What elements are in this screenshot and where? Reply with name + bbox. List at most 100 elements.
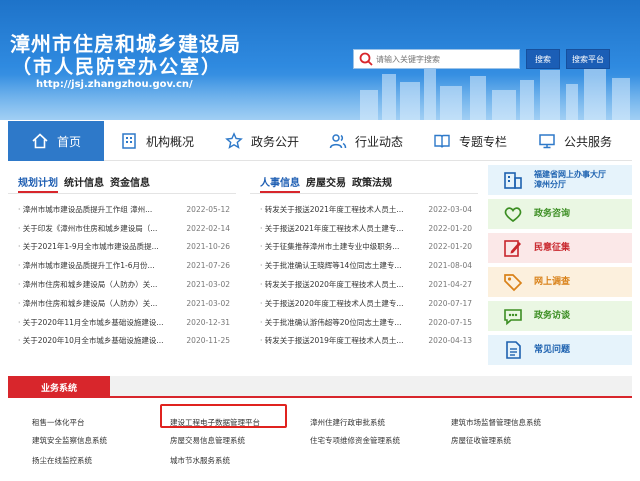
- tab-statistics[interactable]: 统计信息: [64, 174, 104, 193]
- list-item[interactable]: 关于印发《漳州市住房和城乡建设局（... 2022-02-14: [18, 219, 236, 238]
- news-date: 2020-04-13: [428, 336, 472, 346]
- news-title[interactable]: 转发关于报送2020年度工程技术人员土...: [260, 279, 420, 290]
- search-input[interactable]: [376, 54, 516, 64]
- monitor-icon: [539, 134, 555, 149]
- tab-personnel[interactable]: 人事信息: [260, 174, 300, 193]
- tab-planning[interactable]: 规划计划: [18, 174, 58, 193]
- list-item[interactable]: 转发关于报送2019年度工程技术人员土... 2020-04-13: [260, 332, 478, 351]
- business-systems-header: 业务系统: [8, 376, 632, 398]
- system-link[interactable]: 房屋交易信息管理系统: [170, 435, 245, 446]
- news-title[interactable]: 关于2020年11月全市城乡基础设施建设...: [18, 317, 178, 328]
- list-item[interactable]: 关于2020年11月全市城乡基础设施建设... 2020-12-31: [18, 313, 236, 332]
- list-item[interactable]: 转发关于报送2020年度工程技术人员土... 2021-04-27: [260, 275, 478, 294]
- nav-item-institution[interactable]: 机构概况: [104, 121, 210, 161]
- news-title[interactable]: 漳州市住房和城乡建设局（人防办）关...: [18, 279, 178, 290]
- office-building-icon: [504, 172, 522, 189]
- document-icon: [506, 341, 521, 359]
- news-title[interactable]: 关于征集推荐漳州市土建专业中级职务...: [260, 241, 420, 252]
- nav-label: 行业动态: [354, 134, 403, 149]
- news-title[interactable]: 转发关于报送2021年度工程技术人员土...: [260, 204, 420, 215]
- tab-funding[interactable]: 资金信息: [110, 174, 150, 193]
- list-item[interactable]: 关于征集推荐漳州市土建专业中级职务... 2022-01-20: [260, 238, 478, 257]
- search-platform-button[interactable]: 搜索平台: [566, 49, 610, 69]
- nav-label: 政务公开: [250, 134, 299, 149]
- list-item[interactable]: 关于报送2021年度工程技术人员土建专... 2022-01-20: [260, 219, 478, 238]
- news-title[interactable]: 漳州市住房和城乡建设局（人防办）关...: [18, 298, 178, 309]
- service-opinion-collection[interactable]: 民意征集: [488, 233, 632, 263]
- highlight-box: [160, 404, 287, 428]
- news-title[interactable]: 关于批准确认王晓辉等14位同志土建专...: [260, 260, 420, 271]
- news-date: 2020-11-25: [186, 336, 230, 346]
- system-link[interactable]: 扬尘在线监控系统: [32, 455, 92, 466]
- business-systems-title: 业务系统: [8, 376, 110, 398]
- list-item[interactable]: 关于批准确认王晓辉等14位同志土建专... 2021-08-04: [260, 256, 478, 275]
- list-item[interactable]: 关于2021年1-9月全市城市建设品质提... 2021-10-26: [18, 238, 236, 257]
- news-date: 2021-04-27: [428, 280, 472, 290]
- list-item[interactable]: 关于2020年10月全市城乡基础设施建设... 2020-11-25: [18, 332, 236, 351]
- news-title[interactable]: 转发关于报送2019年度工程技术人员土...: [260, 335, 420, 346]
- list-item[interactable]: 漳州市住房和城乡建设局（人防办）关... 2021-03-02: [18, 294, 236, 313]
- building-icon: [122, 133, 136, 149]
- nav-label: 专题专栏: [458, 134, 507, 149]
- news-title[interactable]: 漳州市城市建设品质提升工作组 漳州...: [18, 204, 178, 215]
- news-date: 2021-07-26: [186, 261, 230, 271]
- tab-policy[interactable]: 政策法规: [352, 174, 392, 193]
- news-title[interactable]: 漳州市城市建设品质提升工作1-6月份...: [18, 260, 178, 271]
- nav-item-government-affairs[interactable]: 政务公开: [210, 121, 314, 161]
- chat-icon: [504, 309, 522, 326]
- system-link[interactable]: 房屋征收管理系统: [451, 435, 511, 446]
- list-item[interactable]: 漳州市住房和城乡建设局（人防办）关... 2021-03-02: [18, 275, 236, 294]
- system-link[interactable]: 住宅专项维修资金管理系统: [310, 435, 400, 446]
- service-online-hall[interactable]: 福建省网上办事大厅 漳州分厅: [488, 165, 632, 195]
- news-date: 2022-03-04: [428, 204, 472, 214]
- list-item[interactable]: 转发关于报送2021年度工程技术人员土... 2022-03-04: [260, 200, 478, 219]
- nav-label: 机构概况: [145, 134, 194, 149]
- service-label: 福建省网上办事大厅 漳州分厅: [534, 170, 606, 189]
- news-date: 2020-07-17: [428, 298, 472, 308]
- service-interview[interactable]: 政务访谈: [488, 301, 632, 331]
- tag-icon: [504, 274, 523, 292]
- system-link[interactable]: 建筑市场监督管理信息系统: [451, 417, 541, 428]
- list-item[interactable]: 关于报送2020年度工程技术人员土建专... 2020-07-17: [260, 294, 478, 313]
- home-icon: [32, 133, 48, 149]
- left-news-list: 漳州市城市建设品质提升工作组 漳州... 2022-05-12 关于印发《漳州市住…: [8, 194, 236, 350]
- left-news-panel: 规划计划 统计信息 资金信息 漳州市城市建设品质提升工作组 漳州... 2022-…: [8, 168, 236, 360]
- service-label: 常见问题: [534, 345, 571, 355]
- news-date: 2021-03-02: [186, 298, 230, 308]
- news-date: 2020-12-31: [186, 317, 230, 327]
- search-icon: [358, 51, 374, 67]
- service-consultation[interactable]: 政务咨询: [488, 199, 632, 229]
- news-title[interactable]: 关于报送2021年度工程技术人员土建专...: [260, 223, 420, 234]
- list-item[interactable]: 漳州市城市建设品质提升工作组 漳州... 2022-05-12: [18, 200, 236, 219]
- news-title[interactable]: 关于2020年10月全市城乡基础设施建设...: [18, 335, 178, 346]
- system-link[interactable]: 租售一体化平台: [32, 417, 85, 428]
- tab-housing-trade[interactable]: 房屋交易: [306, 174, 346, 193]
- service-faq[interactable]: 常见问题: [488, 335, 632, 365]
- list-item[interactable]: 关于批准确认游伟超等20位同志土建专... 2020-07-15: [260, 313, 478, 332]
- site-url[interactable]: http://jsj.zhangzhou.gov.cn/: [36, 79, 193, 90]
- nav-item-home[interactable]: 首页: [8, 121, 104, 161]
- star-icon: [225, 132, 243, 149]
- header-banner: 漳州市住房和城乡建设局 （市人民防空办公室） http://jsj.zhangz…: [0, 0, 640, 120]
- list-item[interactable]: 漳州市城市建设品质提升工作1-6月份... 2021-07-26: [18, 256, 236, 275]
- service-label: 政务访谈: [534, 311, 571, 321]
- right-panel-tabs: 人事信息 房屋交易 政策法规: [250, 168, 478, 194]
- search-box: [353, 49, 520, 69]
- news-title[interactable]: 关于2021年1-9月全市城市建设品质提...: [18, 241, 178, 252]
- nav-item-special-topics[interactable]: 专题专栏: [418, 121, 522, 161]
- nav-item-industry-news[interactable]: 行业动态: [314, 121, 418, 161]
- system-link[interactable]: 城市节水服务系统: [170, 455, 230, 466]
- news-title[interactable]: 关于印发《漳州市住房和城乡建设局（...: [18, 223, 178, 234]
- pencil-icon: [504, 240, 521, 257]
- system-link[interactable]: 漳州住建行政审批系统: [310, 417, 385, 428]
- news-title[interactable]: 关于报送2020年度工程技术人员土建专...: [260, 298, 420, 309]
- people-icon: [329, 134, 347, 149]
- search-button[interactable]: 搜索: [526, 49, 560, 69]
- left-panel-tabs: 规划计划 统计信息 资金信息: [8, 168, 236, 194]
- service-online-survey[interactable]: 网上调查: [488, 267, 632, 297]
- nav-item-public-services[interactable]: 公共服务: [522, 121, 628, 161]
- news-date: 2021-10-26: [186, 242, 230, 252]
- right-news-panel: 人事信息 房屋交易 政策法规 转发关于报送2021年度工程技术人员土... 202…: [250, 168, 478, 360]
- news-title[interactable]: 关于批准确认游伟超等20位同志土建专...: [260, 317, 420, 328]
- system-link[interactable]: 建筑安全监察信息系统: [32, 435, 107, 446]
